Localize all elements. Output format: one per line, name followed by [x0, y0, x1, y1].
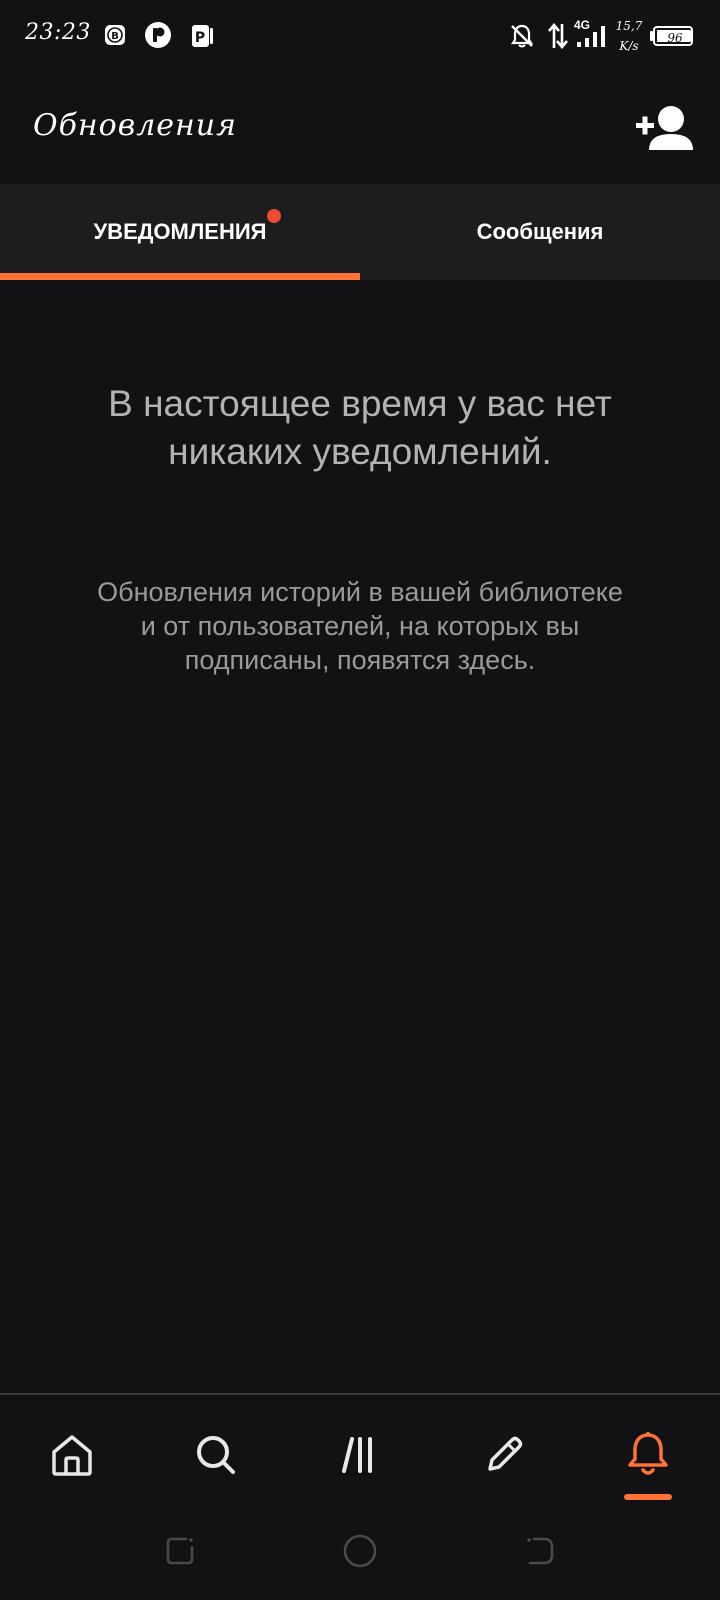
add-user-icon [636, 106, 693, 150]
tab-notifications[interactable]: УВЕДОМЛЕНИЯ [0, 184, 360, 280]
nav-active-indicator [624, 1494, 672, 1500]
tab-bar: УВЕДОМЛЕНИЯ Сообщения [0, 184, 720, 280]
svg-text:P: P [195, 30, 205, 46]
system-navigation [0, 1503, 720, 1600]
bottom-nav [0, 1393, 720, 1503]
empty-state: В настоящее время у вас нет никаких увед… [60, 380, 660, 675]
tab-messages[interactable]: Сообщения [360, 184, 720, 280]
nav-home[interactable] [36, 1425, 108, 1485]
add-user-button[interactable] [636, 104, 696, 154]
app-b-icon: B [105, 25, 125, 45]
signal-icon [577, 26, 605, 47]
battery-icon: 96 [653, 26, 693, 46]
tab-notifications-label: УВЕДОМЛЕНИЯ [93, 219, 267, 244]
tab-messages-label: Сообщения [476, 219, 604, 244]
nav-write[interactable] [468, 1425, 540, 1485]
search-icon [197, 1436, 235, 1474]
app-pdf-icon: P [192, 25, 213, 47]
circle-home-icon [343, 1534, 377, 1568]
empty-state-subtitle: Обновления историй в вашей библиотеке и … [97, 577, 623, 675]
nav-notifications[interactable] [612, 1425, 684, 1485]
tab-notifications-wrap: УВЕДОМЛЕНИЯ [93, 209, 282, 245]
back-icon [527, 1537, 554, 1565]
app-p-icon [145, 22, 171, 48]
battery-fill: 96 [657, 30, 691, 45]
svg-text:B: B [111, 31, 119, 42]
battery-level: 96 [667, 31, 683, 45]
app-header: Обновления [0, 72, 720, 184]
nav-library[interactable] [324, 1425, 396, 1485]
network-speed-value: 15,7 [615, 19, 643, 33]
recent-apps-icon [166, 1537, 194, 1565]
notification-badge [267, 209, 282, 223]
empty-state-title: В настоящее время у вас нет никаких увед… [108, 383, 612, 472]
home-system-button[interactable] [338, 1529, 382, 1573]
status-time: 23:23 [25, 20, 91, 45]
network-speed-unit: K/s [619, 39, 639, 53]
bell-icon [628, 1432, 668, 1475]
active-tab-indicator [0, 273, 360, 280]
bell-muted-icon [510, 24, 534, 48]
recent-apps-button[interactable] [158, 1529, 202, 1573]
status-bar: 23:23 B P 4G 15,7 K/s 96 [0, 0, 720, 72]
library-icon [342, 1437, 372, 1473]
network-speed: 15,7 K/s [614, 16, 644, 56]
home-icon [52, 1435, 92, 1476]
pencil-icon [488, 1436, 523, 1471]
back-button[interactable] [518, 1529, 562, 1573]
nav-search[interactable] [180, 1425, 252, 1485]
page-title: Обновления [33, 108, 237, 143]
data-transfer-icon [548, 22, 568, 50]
